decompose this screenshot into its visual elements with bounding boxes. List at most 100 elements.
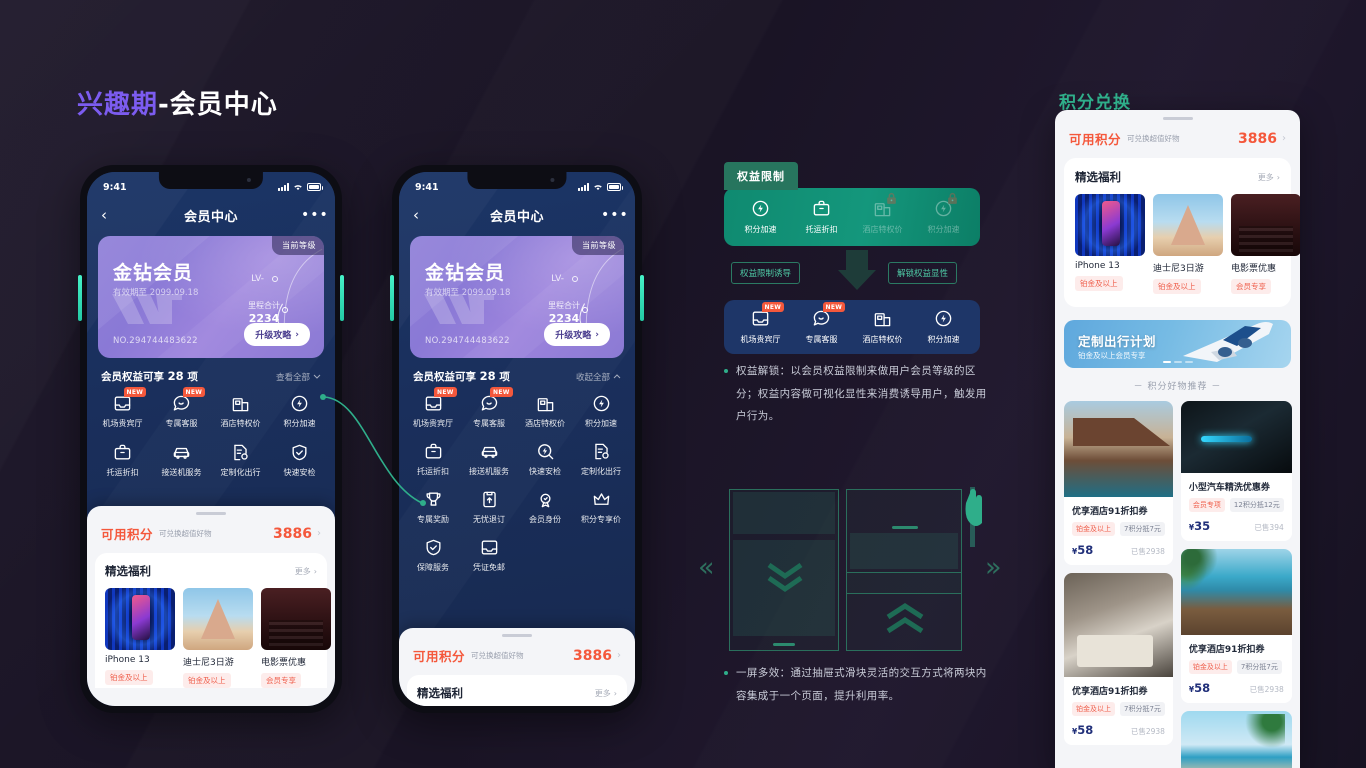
tab-benefit-restriction[interactable]: 权益限制 xyxy=(724,162,798,190)
benefit-item[interactable]: 接送机服务 xyxy=(152,443,211,478)
product-card[interactable]: 优享酒店91折扣券 铂金及以上 7积分抵7元 ¥58 已售2938 xyxy=(1064,401,1173,565)
product-column-left: 优享酒店91折扣券 铂金及以上 7积分抵7元 ¥58 已售2938 优享酒店91… xyxy=(1064,401,1173,768)
bullet-dot xyxy=(724,369,728,373)
available-points-row[interactable]: 可用积分 可兑换超值好物 3886 › xyxy=(399,637,635,675)
points-title: 可用积分 xyxy=(413,649,466,664)
welfare-tag: 铂金及以上 xyxy=(105,670,153,685)
points-chevron-icon: › xyxy=(1282,133,1286,144)
unlocked-benefit-item[interactable]: NEW 机场贵宾厅 xyxy=(730,302,791,345)
chevrons-up-icon xyxy=(886,603,924,634)
points-drawer-sheet-collapsed[interactable]: 可用积分 可兑换超值好物 3886 › 精选福利 更多 › xyxy=(399,628,635,706)
next-arrow-icon[interactable]: » xyxy=(985,552,1002,583)
prev-arrow-icon[interactable]: « xyxy=(698,552,715,583)
status-time: 9:41 xyxy=(415,181,439,193)
benefit-item[interactable]: NEW 专属客服 xyxy=(152,387,211,429)
benefit-label: 积分加速 xyxy=(927,335,960,344)
upgrade-guide-label: 升级攻略 xyxy=(555,331,592,341)
more-ellipsis-icon[interactable]: ••• xyxy=(301,208,328,222)
mileage-label: 里程合计 xyxy=(248,301,280,310)
benefit-item[interactable]: 积分专享价 xyxy=(573,490,629,525)
benefit-label: 积分加速 xyxy=(927,225,960,234)
welfare-item[interactable]: 迪士尼3日游 铂金及以上 xyxy=(1153,194,1223,294)
benefit-label: 接送机服务 xyxy=(161,468,202,477)
restricted-benefit-item[interactable]: 酒店特权价 xyxy=(852,192,913,235)
upgrade-guide-button[interactable]: 升级攻略 › xyxy=(244,323,310,346)
benefit-item[interactable]: 无忧退订 xyxy=(461,490,517,525)
benefit-item[interactable]: 定制化出行 xyxy=(573,442,629,477)
product-card[interactable]: 小型汽车精洗优惠券 会员专项 12积分抵12元 ¥35 已售394 xyxy=(1180,401,1292,541)
recommend-divider: － 积分好物推荐 － xyxy=(1133,382,1222,392)
welfare-name: 电影票优惠 xyxy=(261,658,307,668)
product-card[interactable] xyxy=(1180,711,1292,768)
product-card[interactable]: 优享酒店91折扣券 铂金及以上 7积分抵7元 ¥58 已售2938 xyxy=(1064,573,1173,745)
welfare-more-link[interactable]: 更多 › xyxy=(1258,172,1280,183)
member-level-name: 金钻会员 xyxy=(425,262,506,284)
welfare-thumbnail xyxy=(1153,194,1223,256)
benefit-item[interactable]: 接送机服务 xyxy=(461,442,517,477)
travel-plan-banner[interactable]: 定制出行计划 铂金及以上会员专享 xyxy=(1064,320,1291,368)
restricted-benefit-item[interactable]: 托运折扣 xyxy=(791,199,852,235)
benefit-item[interactable]: 积分加速 xyxy=(573,394,629,429)
benefit-item[interactable]: 凭证免邮 xyxy=(461,538,517,573)
points-title: 可用积分 xyxy=(101,527,154,542)
benefit-item[interactable]: NEW 机场贵宾厅 xyxy=(93,387,152,429)
product-tag-level: 铂金及以上 xyxy=(1188,660,1232,674)
points-chevron-icon: › xyxy=(617,650,621,661)
benefit-label: 定制化出行 xyxy=(220,468,261,477)
welfare-item[interactable]: 电影票优惠 会员专享 xyxy=(1231,194,1300,294)
welfare-item[interactable]: iPhone 13 铂金及以上 xyxy=(105,588,175,688)
level-indicator: LV- xyxy=(251,274,278,284)
welfare-item[interactable]: 电影票优惠 会员专享 xyxy=(261,588,331,688)
welfare-thumbnail xyxy=(1075,194,1145,256)
phone-side-accent-left xyxy=(78,275,82,321)
benefit-item[interactable]: 托运折扣 xyxy=(93,443,152,478)
signal-icon xyxy=(578,183,589,191)
product-sold-count: 已售394 xyxy=(1254,523,1284,532)
benefit-label: 酒店特权价 xyxy=(862,335,903,344)
product-tag-level: 会员专项 xyxy=(1188,498,1225,512)
benefit-item[interactable]: 保障服务 xyxy=(405,538,461,573)
points-drawer-sheet[interactable]: 可用积分 可兑换超值好物 3886 › 精选福利 更多 › iPhone 13 铂金… xyxy=(87,506,335,706)
membership-card[interactable]: 当前等级 金钻会员 有效期至 2099.09.18 LV- 里程合计 2234 … xyxy=(410,236,624,358)
product-body: 优享酒店91折扣券 铂金及以上 7积分抵7元 ¥58 已售2938 xyxy=(1064,497,1173,565)
restricted-benefit-item[interactable]: 积分加速 xyxy=(913,192,974,235)
upgrade-guide-button[interactable]: 升级攻略 › xyxy=(544,323,610,346)
benefit-item[interactable]: 酒店特权价 xyxy=(211,394,270,429)
restricted-benefit-item[interactable]: 积分加速 xyxy=(730,199,791,235)
more-ellipsis-icon[interactable]: ••• xyxy=(601,208,628,222)
welfare-more-link[interactable]: 更多 › xyxy=(595,688,617,699)
back-chevron-icon[interactable]: ‹ xyxy=(101,207,121,223)
bullet-dot xyxy=(724,671,728,675)
unlocked-benefit-item[interactable]: NEW 专属客服 xyxy=(791,302,852,345)
points-value: 3886 xyxy=(273,525,312,542)
bolt-circle-icon xyxy=(290,394,309,413)
banner-pagination-dots[interactable] xyxy=(1162,360,1193,363)
available-points-row[interactable]: 可用积分 可兑换超值好物 3886 › xyxy=(1055,120,1300,158)
product-card[interactable]: 优享酒店91折扣券 铂金及以上 7积分抵7元 ¥58 已售2938 xyxy=(1180,549,1292,703)
unlocked-benefit-item[interactable]: 酒店特权价 xyxy=(852,309,913,345)
benefit-item[interactable]: 定制化出行 xyxy=(211,443,270,478)
available-points-row[interactable]: 可用积分 可兑换超值好物 3886 › xyxy=(87,515,335,553)
welfare-item[interactable]: 迪士尼3日游 铂金及以上 xyxy=(183,588,253,688)
product-sold-count: 已售2938 xyxy=(1130,727,1165,736)
benefit-item[interactable]: 快速安检 xyxy=(517,442,573,477)
mileage-node-icon xyxy=(582,307,588,313)
back-chevron-icon[interactable]: ‹ xyxy=(413,207,433,223)
product-thumbnail xyxy=(1064,401,1173,497)
phone-screen: 9:41 ‹ 会员中心 ••• 当前等级 金钻会员 有效期至 2099.09.1… xyxy=(399,172,635,706)
phone-side-accent-left xyxy=(390,275,394,321)
welfare-item[interactable]: iPhone 13 铂金及以上 xyxy=(1075,194,1145,294)
collapse-all-toggle[interactable]: 收起全部 xyxy=(576,371,621,383)
benefit-item[interactable]: NEW 专属客服 xyxy=(461,387,517,429)
unlocked-benefit-item[interactable]: 积分加速 xyxy=(913,309,974,345)
product-masonry: 优享酒店91折扣券 铂金及以上 7积分抵7元 ¥58 已售2938 优享酒店91… xyxy=(1055,401,1300,768)
view-all-toggle[interactable]: 查看全部 xyxy=(276,371,321,383)
welfare-thumbnail xyxy=(261,588,331,650)
benefit-item[interactable]: 酒店特权价 xyxy=(517,394,573,429)
benefit-item[interactable]: 会员身份 xyxy=(517,490,573,525)
points-title: 可用积分 xyxy=(1069,132,1122,147)
level-dot-icon xyxy=(572,275,578,282)
membership-card[interactable]: 当前等级 金钻会员 有效期至 2099.09.18 LV- 里程合计 2234 … xyxy=(98,236,324,358)
welfare-more-link[interactable]: 更多 › xyxy=(295,566,317,577)
welfare-name: iPhone 13 xyxy=(105,655,150,665)
